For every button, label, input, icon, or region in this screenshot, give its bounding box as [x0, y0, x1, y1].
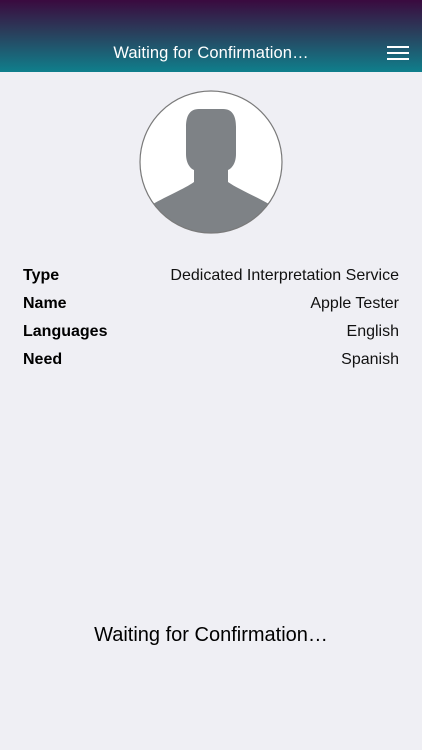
detail-row-need: Need Spanish [23, 346, 399, 374]
detail-row-type: Type Dedicated Interpretation Service [23, 262, 399, 290]
hamburger-menu-icon [387, 46, 409, 60]
avatar [139, 90, 283, 234]
detail-value: Apple Tester [310, 295, 399, 312]
detail-value: English [346, 323, 399, 340]
navigation-bar: Waiting for Confirmation… [0, 0, 422, 72]
details-table: Type Dedicated Interpretation Service Na… [23, 262, 399, 374]
detail-label: Languages [23, 323, 108, 340]
detail-row-name: Name Apple Tester [23, 290, 399, 318]
detail-label: Need [23, 351, 63, 368]
detail-value: Dedicated Interpretation Service [170, 267, 399, 284]
detail-label: Name [23, 295, 67, 312]
nav-title: Waiting for Confirmation… [113, 44, 309, 62]
detail-value: Spanish [341, 351, 399, 368]
menu-button[interactable] [386, 44, 410, 64]
detail-label: Type [23, 267, 60, 284]
status-message: Waiting for Confirmation… [94, 624, 328, 646]
detail-row-languages: Languages English [23, 318, 399, 346]
user-placeholder-icon [139, 90, 283, 234]
